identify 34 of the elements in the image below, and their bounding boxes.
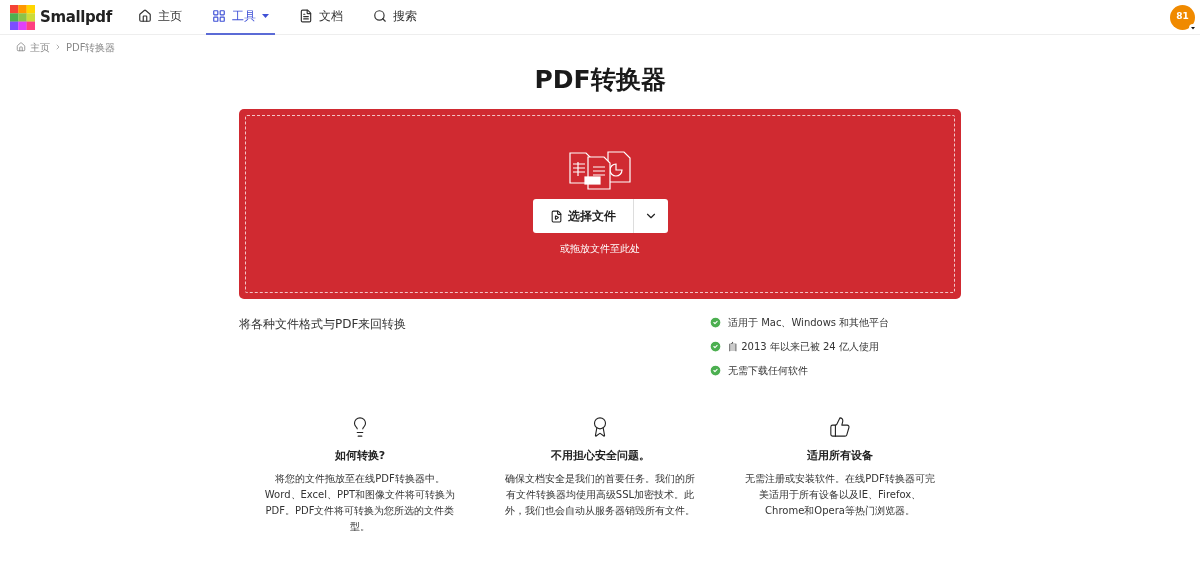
logo-icon — [10, 4, 35, 30]
checklist-item: 无需下载任何软件 — [728, 364, 808, 378]
nav-tab[interactable]: 搜索 — [366, 0, 423, 35]
drop-hint: 或拖放文件至此处 — [560, 242, 640, 256]
description: 将各种文件格式与PDF来回转换 — [239, 316, 407, 333]
check-icon — [709, 316, 722, 329]
home-icon — [16, 42, 26, 52]
chevron-icon — [54, 43, 62, 51]
feature-text: 将您的文件拖放至在线PDF转换器中。Word、Excel、PPT和图像文件将可转换为PDF。PDF文件将可转换为您所选的文件类型。 — [263, 471, 457, 534]
caret-icon — [1189, 23, 1197, 32]
feature-title: 不用担心安全问题。 — [550, 448, 650, 464]
checklist-item: 适用于 Mac、Windows 和其他平台 — [728, 316, 890, 330]
document-icon — [298, 9, 313, 23]
page-title: PDF转换器 — [533, 64, 667, 96]
file-types-icon — [568, 150, 632, 190]
nav-tab[interactable]: 工具 — [205, 0, 275, 35]
breadcrumb-link[interactable]: 主页 — [30, 39, 50, 55]
feature-title: 如何转换? — [334, 448, 386, 464]
feature-text: 无需注册或安装软件。在线PDF转换器可完美适用于所有设备以及IE、Firefox、Chrome和Opera等热门浏览器。 — [744, 471, 936, 518]
nav-tab[interactable]: 主页 — [131, 0, 188, 35]
thumbs-up-icon — [829, 416, 851, 438]
home-icon — [137, 9, 152, 23]
feature-title: 适用所有设备 — [807, 448, 873, 464]
checklist-item: 自 2013 年以来已被 24 亿人使用 — [728, 340, 879, 354]
brand-name: Smallpdf — [40, 6, 112, 28]
file-icon — [549, 209, 563, 223]
drop-zone[interactable]: 选择文件 或拖放文件至此处 — [239, 109, 961, 299]
breadcrumb-link[interactable]: PDF转换器 — [66, 39, 116, 55]
feature-text: 确保文档安全是我们的首要任务。我们的所有文件转换器均使用高级SSL加密技术。此外，我们也会自动从服务器销毁所有文件。 — [504, 471, 696, 518]
nav-tab[interactable]: 文档 — [292, 0, 349, 35]
grid-icon — [211, 9, 226, 23]
check-icon — [709, 340, 722, 353]
check-icon — [709, 364, 722, 377]
search-icon — [372, 9, 387, 23]
